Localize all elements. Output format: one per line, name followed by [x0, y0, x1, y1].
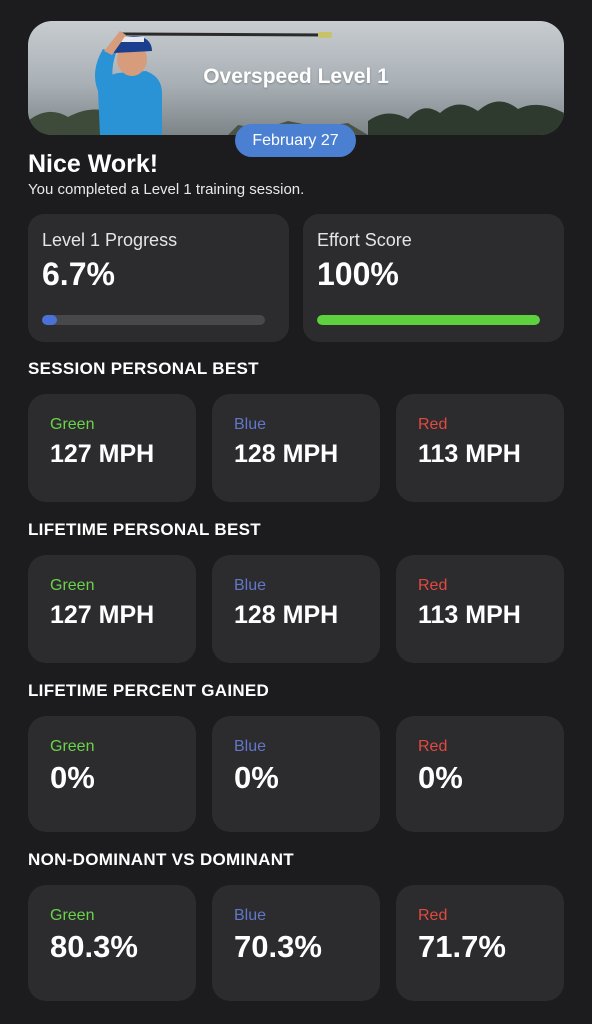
effort-score-value: 100% — [317, 256, 399, 292]
percent-gained-green-card: Green 0% — [28, 716, 196, 832]
card-value: 0% — [50, 760, 95, 795]
percent-gained-red-card: Red 0% — [396, 716, 564, 832]
card-label: Red — [418, 738, 448, 755]
effort-score-card: Effort Score 100% — [303, 214, 564, 342]
nondominant-red-card: Red 71.7% — [396, 885, 564, 1001]
section-title-nondominant: NON-DOMINANT VS DOMINANT — [28, 850, 294, 869]
section-title-percent-gained: LIFETIME PERCENT GAINED — [28, 681, 270, 700]
session-best-blue-card: Blue 128 MPH — [212, 394, 380, 502]
section-title-lifetime-best: LIFETIME PERSONAL BEST — [28, 520, 261, 539]
level-progress-value: 6.7% — [42, 256, 115, 292]
card-label: Green — [50, 577, 95, 594]
card-value: 113 MPH — [418, 601, 521, 629]
card-label: Red — [418, 416, 448, 433]
effort-score-label: Effort Score — [317, 230, 412, 250]
lifetime-best-blue-card: Blue 128 MPH — [212, 555, 380, 663]
level-progress-card: Level 1 Progress 6.7% — [28, 214, 289, 342]
card-value: 128 MPH — [234, 440, 339, 468]
card-label: Blue — [234, 416, 267, 433]
subline: You completed a Level 1 training session… — [28, 181, 305, 198]
card-label: Blue — [234, 738, 267, 755]
hero-banner: Overspeed Level 1 — [28, 21, 564, 135]
banner-title: Overspeed Level 1 — [203, 65, 389, 88]
nondominant-green-card: Green 80.3% — [28, 885, 196, 1001]
date-badge: February 27 — [235, 124, 356, 157]
card-label: Green — [50, 907, 95, 924]
card-value: 70.3% — [234, 929, 322, 964]
card-label: Blue — [234, 577, 267, 594]
card-label: Green — [50, 738, 95, 755]
lifetime-best-red-card: Red 113 MPH — [396, 555, 564, 663]
card-value: 0% — [234, 760, 279, 795]
nondominant-blue-card: Blue 70.3% — [212, 885, 380, 1001]
card-label: Green — [50, 416, 95, 433]
session-best-red-card: Red 113 MPH — [396, 394, 564, 502]
effort-score-bar — [317, 315, 540, 325]
card-value: 0% — [418, 760, 463, 795]
card-label: Blue — [234, 907, 267, 924]
card-label: Red — [418, 577, 448, 594]
headline: Nice Work! — [28, 150, 159, 178]
card-label: Red — [418, 907, 448, 924]
percent-gained-blue-card: Blue 0% — [212, 716, 380, 832]
card-value: 127 MPH — [50, 440, 155, 468]
lifetime-best-green-card: Green 127 MPH — [28, 555, 196, 663]
card-value: 127 MPH — [50, 601, 155, 629]
effort-score-fill — [317, 315, 540, 325]
level-progress-label: Level 1 Progress — [42, 230, 178, 250]
card-value: 113 MPH — [418, 440, 521, 468]
card-value: 128 MPH — [234, 601, 339, 629]
card-value: 80.3% — [50, 929, 138, 964]
section-title-session-best: SESSION PERSONAL BEST — [28, 359, 259, 378]
level-progress-fill — [42, 315, 57, 325]
level-progress-bar — [42, 315, 265, 325]
session-best-green-card: Green 127 MPH — [28, 394, 196, 502]
card-value: 71.7% — [418, 929, 506, 964]
